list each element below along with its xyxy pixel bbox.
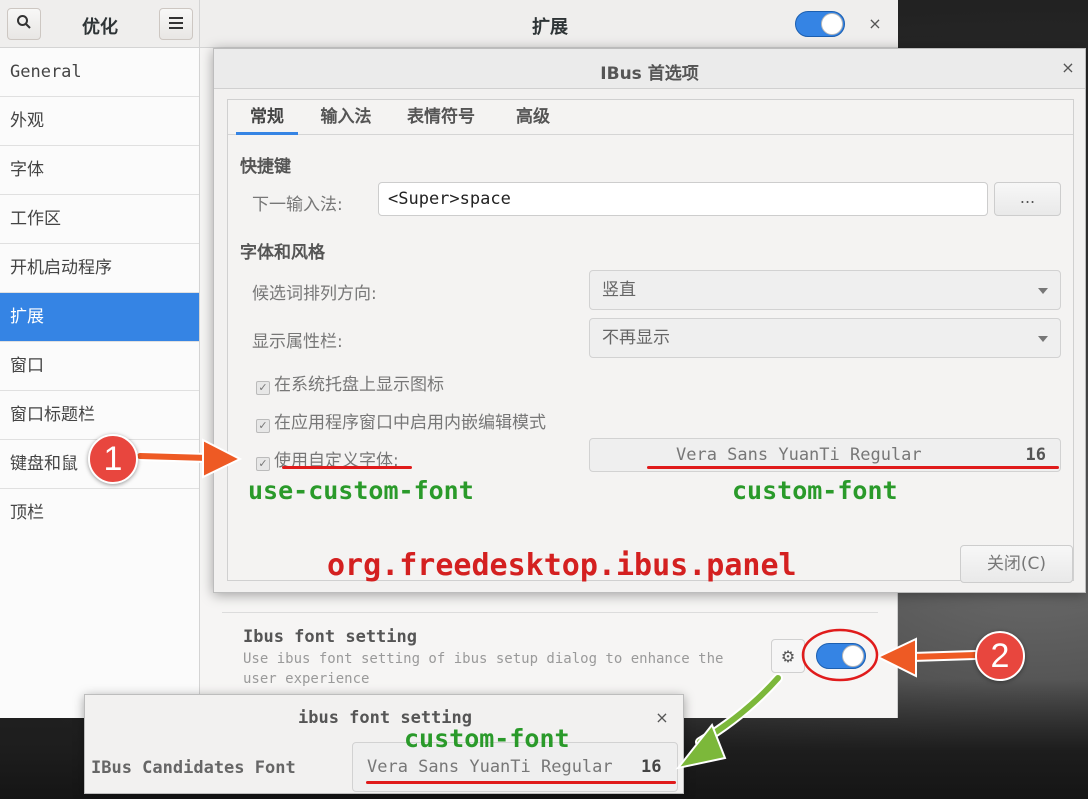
dialog-title: IBus 首选项 [600, 64, 699, 84]
annotation-use-custom-font: use-custom-font [248, 476, 474, 505]
tab-general[interactable]: 常规 [236, 104, 298, 135]
tweaks-header: 优化 扩展 × [0, 0, 898, 48]
font-section-title: 字体和风格 [240, 243, 325, 263]
step-badge-2: 2 [975, 631, 1025, 681]
tray-icon-label: 在系统托盘上显示图标 [274, 375, 444, 395]
close-icon[interactable]: × [653, 709, 671, 727]
orientation-value: 竖直 [602, 280, 636, 300]
annotation-custom-font: custom-font [732, 476, 898, 505]
chevron-down-icon [1038, 336, 1048, 342]
check-icon: ✓ [256, 381, 270, 395]
next-input-field[interactable]: <Super>space [378, 182, 988, 216]
shortcut-section-title: 快捷键 [240, 157, 291, 177]
font-size: 16 [641, 757, 662, 777]
sidebar-title: 优化 [82, 17, 118, 38]
tab-emoji[interactable]: 表情符号 [396, 104, 486, 135]
candidates-font-label: IBus Candidates Font [91, 758, 296, 778]
menu-button[interactable] [159, 8, 193, 40]
sidebar: General 外观 字体 工作区 开机启动程序 扩展 窗口 窗口标题栏 键盘和… [0, 48, 200, 718]
chevron-down-icon [1038, 288, 1048, 294]
tab-bar: 常规 输入法 表情符号 高级 [228, 100, 1073, 135]
extension-row: Ibus font setting Use ibus font setting … [222, 612, 878, 702]
extension-settings-button[interactable]: ⚙ [771, 639, 805, 673]
extensions-master-toggle[interactable] [795, 11, 845, 37]
annotation-underline [647, 466, 1059, 469]
sidebar-header: 优化 [0, 0, 200, 48]
close-icon[interactable]: × [1059, 59, 1077, 77]
dialog-title: ibus font setting [298, 708, 472, 728]
embedded-edit-label: 在应用程序窗口中启用内嵌编辑模式 [274, 413, 546, 433]
font-size: 16 [1025, 445, 1046, 465]
panel-label: 显示属性栏: [252, 332, 343, 352]
shortcut-more-button[interactable]: ... [994, 182, 1061, 216]
extension-description: Use ibus font setting of ibus setup dial… [243, 651, 724, 687]
tab-advanced[interactable]: 高级 [506, 104, 560, 135]
font-name: Vera Sans YuanTi Regular [367, 757, 613, 777]
dialog-body: 常规 输入法 表情符号 高级 快捷键 下一输入法: <Super>space .… [227, 99, 1074, 581]
tray-icon-checkbox[interactable]: ✓ 在系统托盘上显示图标 [256, 370, 444, 395]
close-icon[interactable]: × [866, 15, 884, 33]
page-title: 扩展 [532, 17, 568, 38]
font-setting-dialog: ibus font setting × IBus Candidates Font… [84, 694, 684, 794]
sidebar-item-extensions[interactable]: 扩展 [0, 293, 199, 342]
orientation-label: 候选词排列方向: [252, 284, 377, 304]
annotation-custom-font-2: custom-font [404, 724, 570, 753]
annotation-underline [282, 466, 412, 469]
check-icon: ✓ [256, 457, 270, 471]
ibus-preferences-dialog: IBus 首选项 × 常规 输入法 表情符号 高级 快捷键 下一输入法: <Su… [213, 48, 1086, 593]
gear-icon: ⚙ [780, 646, 796, 666]
step-badge-1: 1 [88, 434, 138, 484]
extension-toggle[interactable] [816, 643, 866, 669]
dialog-titlebar: IBus 首选项 × [214, 49, 1085, 89]
annotation-schema: org.freedesktop.ibus.panel [327, 548, 797, 583]
sidebar-item-window-titlebars[interactable]: 窗口标题栏 [0, 391, 199, 440]
sidebar-item-appearance[interactable]: 外观 [0, 97, 199, 146]
next-input-label: 下一输入法: [252, 195, 343, 215]
sidebar-item-general[interactable]: General [0, 48, 199, 97]
orientation-select[interactable]: 竖直 [589, 270, 1061, 310]
font-name: Vera Sans YuanTi Regular [676, 445, 922, 465]
search-icon [16, 14, 32, 34]
sidebar-item-startup-apps[interactable]: 开机启动程序 [0, 244, 199, 293]
annotation-underline [366, 781, 676, 784]
panel-select[interactable]: 不再显示 [589, 318, 1061, 358]
embedded-edit-checkbox[interactable]: ✓ 在应用程序窗口中启用内嵌编辑模式 [256, 408, 546, 433]
search-button[interactable] [7, 8, 41, 40]
sidebar-item-top-bar[interactable]: 顶栏 [0, 489, 199, 538]
tab-input-method[interactable]: 输入法 [310, 104, 382, 135]
extension-name: Ibus font setting [243, 627, 417, 647]
sidebar-item-windows[interactable]: 窗口 [0, 342, 199, 391]
sidebar-item-workspaces[interactable]: 工作区 [0, 195, 199, 244]
close-button[interactable]: 关闭(C) [960, 545, 1073, 583]
sidebar-item-fonts[interactable]: 字体 [0, 146, 199, 195]
check-icon: ✓ [256, 419, 270, 433]
hamburger-icon [169, 15, 183, 33]
panel-value: 不再显示 [602, 328, 670, 348]
